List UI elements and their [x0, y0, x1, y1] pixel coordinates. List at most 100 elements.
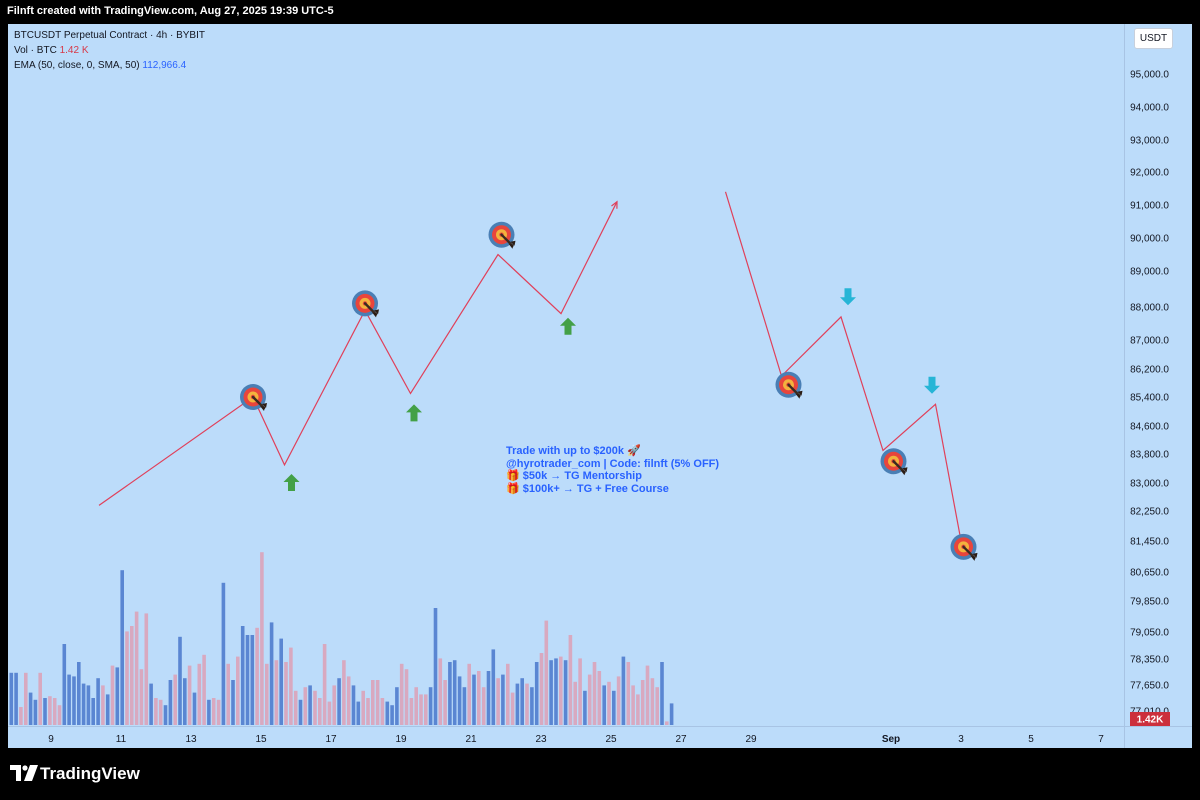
volume-bar: [395, 687, 399, 725]
volume-bar: [72, 676, 76, 725]
volume-bar: [655, 687, 659, 725]
price-tick-label: 90,000.0: [1130, 234, 1169, 245]
price-tick-label: 81,450.0: [1130, 537, 1169, 548]
ema-legend[interactable]: EMA (50, close, 0, SMA, 50) 112,966.4: [14, 58, 205, 73]
volume-bar: [19, 707, 23, 725]
volume-bar: [346, 676, 351, 725]
ema-legend-label: EMA (50, close, 0, SMA, 50): [14, 60, 140, 71]
markers: [240, 221, 978, 561]
price-tick-label: 79,850.0: [1130, 597, 1169, 608]
volume-bar: [24, 672, 28, 725]
price-tick-label: 89,000.0: [1130, 267, 1169, 278]
volume-bar: [506, 663, 510, 725]
volume-bar: [279, 638, 283, 725]
volume-bar: [52, 698, 57, 725]
volume-bar: [57, 705, 62, 725]
volume-bar: [154, 698, 158, 725]
price-tick-label: 79,050.0: [1130, 628, 1169, 639]
volume-bar: [375, 680, 380, 725]
volume-bar: [240, 626, 245, 725]
volume-bar: [592, 662, 597, 725]
volume-bar: [202, 654, 206, 725]
volume-bar: [669, 703, 674, 725]
chart-credit: Filnft created with TradingView.com, Aug…: [7, 5, 334, 17]
volume-bar: [28, 692, 33, 725]
promo-line-1: Trade with up to $200k 🚀: [506, 445, 641, 457]
time-tick-label: 15: [255, 734, 267, 745]
volume-bar: [101, 685, 105, 725]
volume-bar: [568, 635, 573, 725]
top-bar: Filnft created with TradingView.com, Aug…: [0, 0, 1200, 24]
volume-bar: [115, 667, 120, 725]
volume-bar: [563, 660, 568, 725]
volume-bar: [587, 674, 592, 725]
target-icon: [880, 448, 908, 476]
target-icon: [352, 290, 379, 318]
volume-bar: [226, 663, 230, 725]
volume-bar: [308, 685, 312, 725]
time-tick-label: 17: [325, 734, 337, 745]
volume-bar: [48, 696, 52, 725]
volume-bar: [260, 552, 264, 725]
volume-bar: [236, 656, 240, 725]
volume-bar: [211, 698, 216, 725]
volume-bar: [626, 662, 631, 725]
volume-bar: [77, 662, 81, 725]
volume-bar: [139, 669, 144, 725]
volume-bar: [149, 683, 153, 725]
time-tick-label: 27: [675, 734, 687, 745]
volume-bar: [342, 660, 346, 725]
volume-bar: [231, 680, 235, 725]
volume-bar: [337, 678, 341, 725]
volume-bar: [62, 644, 67, 725]
ema-legend-value: 112,966.4: [142, 60, 187, 71]
volume-bar: [265, 663, 269, 725]
volume-bar: [448, 662, 452, 725]
price-tick-label: 84,600.0: [1130, 422, 1169, 433]
volume-bar: [322, 644, 327, 725]
volume-bar: [612, 690, 616, 725]
price-tick-label: 94,000.0: [1130, 103, 1169, 114]
volume-bar: [549, 660, 553, 725]
price-tick-label: 85,400.0: [1130, 393, 1169, 404]
volume-bar: [9, 672, 14, 725]
volume-bar: [274, 660, 279, 725]
volume-bar: [409, 698, 414, 725]
time-tick-label: 19: [395, 734, 407, 745]
price-tick-label: 83,800.0: [1130, 450, 1169, 461]
price-tick-label: 92,000.0: [1130, 168, 1169, 179]
chart-area[interactable]: 95,000.0 94,000.0 93,000.0 92,000.0 91,000.0…: [8, 24, 1192, 748]
price-tick-label: 87,000.0: [1130, 336, 1169, 347]
volume-bar: [462, 687, 467, 725]
currency-unit-button[interactable]: USDT: [1134, 28, 1173, 49]
up-arrow-icon: [560, 317, 576, 335]
volume-bar: [525, 683, 529, 725]
target-icon: [240, 384, 267, 411]
volume-bar: [183, 678, 187, 725]
volume-bar: [216, 699, 221, 725]
volume-bar: [602, 685, 606, 725]
price-axis-ticks: 95,000.0 94,000.0 93,000.0 92,000.0 91,000.0…: [1130, 70, 1170, 726]
volume-bar: [173, 674, 177, 725]
volume-bar: [443, 680, 447, 725]
time-tick-label: 23: [535, 734, 547, 745]
volume-bar: [255, 627, 259, 725]
price-tick-label: 88,000.0: [1130, 303, 1169, 314]
volume-bar: [631, 685, 635, 725]
volume-bar: [197, 663, 202, 725]
volume-bar: [544, 620, 549, 725]
volume-bar: [158, 699, 163, 725]
volume-bar: [424, 694, 428, 725]
volume-legend[interactable]: Vol · BTC 1.42 K: [14, 43, 205, 58]
volume-bar: [380, 698, 385, 725]
volume-bar: [38, 672, 42, 725]
volume-bar: [298, 699, 303, 725]
down-arrow-icon: [924, 376, 940, 394]
volume-bar: [616, 676, 621, 725]
volume-bar: [452, 660, 457, 725]
volume-bar: [33, 699, 38, 725]
symbol-title[interactable]: BTCUSDT Perpetual Contract · 4h · BYBIT: [14, 28, 205, 43]
time-tick-label: 13: [185, 734, 197, 745]
volume-bar: [573, 681, 577, 725]
volume-bar: [660, 662, 664, 725]
